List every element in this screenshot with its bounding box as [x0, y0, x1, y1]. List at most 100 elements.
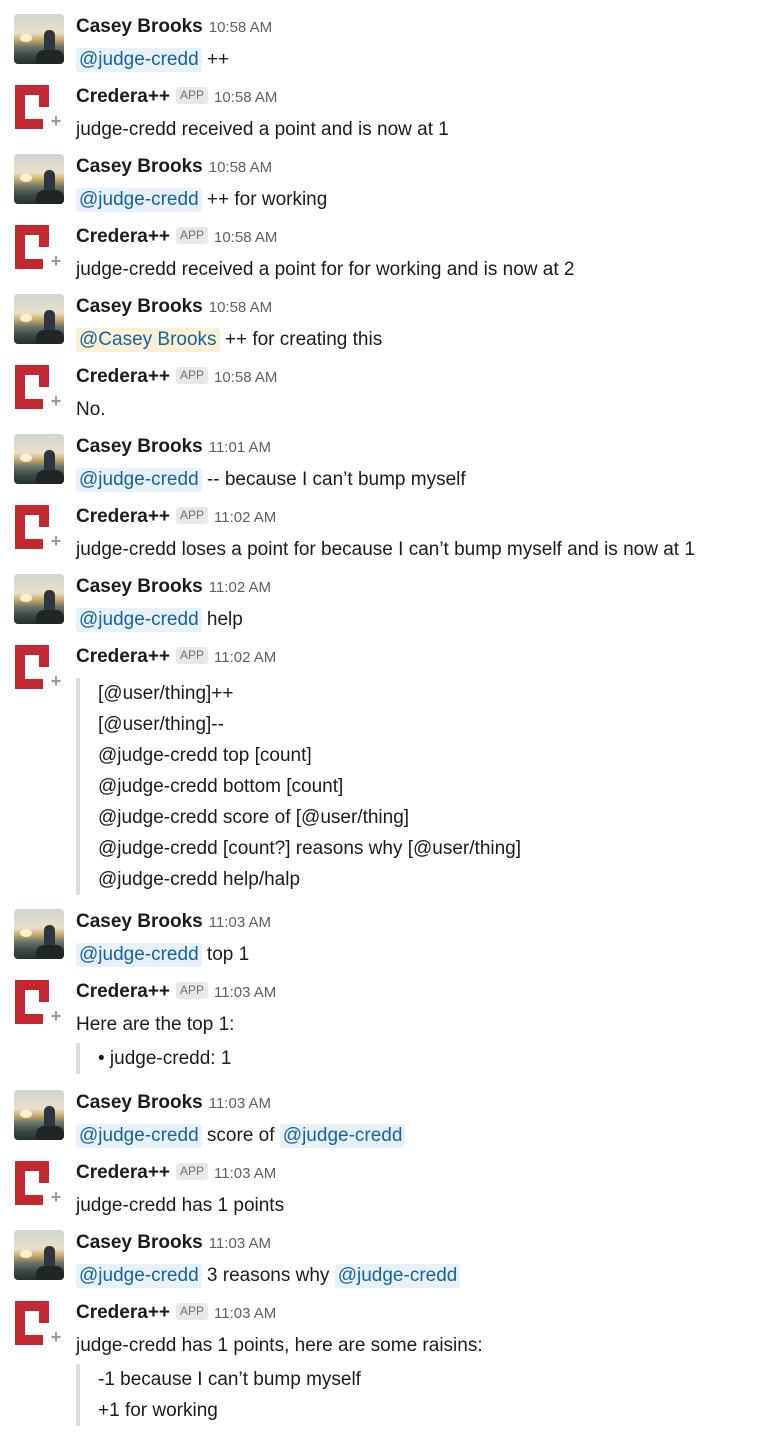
timestamp[interactable]: 10:58 AM: [214, 369, 277, 386]
sender-name[interactable]: Casey Brooks: [76, 436, 203, 457]
credera-logo-avatar[interactable]: +: [14, 224, 64, 274]
timestamp[interactable]: 11:03 AM: [214, 1305, 276, 1322]
message-text: @judge-credd ++ for working: [76, 186, 327, 214]
quote-line: [@user/thing]--: [98, 714, 224, 735]
plus-icon: +: [50, 1187, 62, 1207]
app-badge: APP: [176, 647, 209, 664]
casey-avatar[interactable]: [14, 434, 64, 484]
user-mention[interactable]: @judge-credd: [76, 608, 202, 632]
user-mention[interactable]: @judge-credd: [76, 1124, 202, 1148]
sender-name[interactable]: Casey Brooks: [76, 296, 203, 317]
timestamp[interactable]: 11:02 AM: [214, 649, 276, 666]
message-text: @Casey Brooks ++ for creating this: [76, 326, 382, 354]
credera-logo-avatar[interactable]: +: [14, 644, 64, 694]
quote-line: @judge-credd bottom [count]: [98, 776, 344, 797]
sender-name[interactable]: Casey Brooks: [76, 156, 203, 177]
reasons-quote-block: -1 because I can’t bump myself +1 for wo…: [76, 1364, 361, 1426]
plus-icon: +: [50, 1006, 62, 1026]
credera-logo-avatar[interactable]: +: [14, 979, 64, 1029]
quote-line: -1 because I can’t bump myself: [98, 1369, 361, 1390]
timestamp[interactable]: 10:58 AM: [214, 229, 277, 246]
message-body: judge-credd has 1 points, here are some …: [76, 1335, 483, 1356]
sender-name[interactable]: Credera++: [76, 86, 170, 107]
plus-icon: +: [50, 1327, 62, 1347]
sender-name[interactable]: Credera++: [76, 506, 170, 527]
sender-name[interactable]: Credera++: [76, 1162, 170, 1183]
app-badge: APP: [176, 1163, 209, 1180]
timestamp[interactable]: 10:58 AM: [209, 299, 272, 316]
timestamp[interactable]: 11:03 AM: [209, 1235, 271, 1252]
credera-logo-avatar[interactable]: +: [14, 504, 64, 554]
message-body: help: [206, 609, 243, 630]
quote-line: +1 for working: [98, 1400, 218, 1421]
self-mention[interactable]: @Casey Brooks: [76, 328, 220, 352]
message-text: @judge-credd -- because I can’t bump mys…: [76, 466, 466, 494]
quote-line: @judge-credd help/halp: [98, 869, 301, 890]
timestamp[interactable]: 10:58 AM: [209, 159, 272, 176]
message-body: score of: [206, 1125, 275, 1146]
credera-logo-avatar[interactable]: +: [14, 1160, 64, 1210]
app-badge: APP: [176, 1303, 209, 1320]
message-body: judge-credd received a point and is now …: [76, 119, 449, 140]
user-mention[interactable]: @judge-credd: [76, 188, 202, 212]
quote-line: @judge-credd [count?] reasons why [@user…: [98, 838, 522, 859]
sender-name[interactable]: Casey Brooks: [76, 1232, 203, 1253]
user-mention[interactable]: @judge-credd: [76, 48, 202, 72]
plus-icon: +: [50, 251, 62, 271]
message-body: judge-credd has 1 points: [76, 1195, 285, 1216]
casey-avatar[interactable]: [14, 294, 64, 344]
message-text: @judge-credd score of @judge-credd: [76, 1122, 406, 1150]
user-mention[interactable]: @judge-credd: [76, 943, 202, 967]
credera-logo-avatar[interactable]: +: [14, 364, 64, 414]
quote-line: @judge-credd score of [@user/thing]: [98, 807, 410, 828]
timestamp[interactable]: 11:03 AM: [209, 1095, 271, 1112]
message-body: Here are the top 1:: [76, 1014, 235, 1035]
casey-avatar[interactable]: [14, 14, 64, 64]
timestamp[interactable]: 11:02 AM: [214, 509, 276, 526]
credera-logo-avatar[interactable]: +: [14, 1300, 64, 1350]
credera-logo-avatar[interactable]: +: [14, 84, 64, 134]
user-mention[interactable]: @judge-credd: [76, 1264, 202, 1288]
casey-avatar[interactable]: [14, 574, 64, 624]
message-body: judge-credd received a point for for wor…: [76, 259, 575, 280]
message-body: 3 reasons why: [206, 1265, 330, 1286]
timestamp[interactable]: 10:58 AM: [209, 19, 272, 36]
message-body: ++ for creating this: [224, 329, 383, 350]
message-body: No.: [76, 399, 106, 420]
timestamp[interactable]: 11:03 AM: [214, 1165, 276, 1182]
sender-name[interactable]: Credera++: [76, 226, 170, 247]
timestamp[interactable]: 11:01 AM: [209, 439, 271, 456]
sender-name[interactable]: Casey Brooks: [76, 576, 203, 597]
message-body: ++: [206, 49, 230, 70]
sender-name[interactable]: Credera++: [76, 646, 170, 667]
app-badge: APP: [176, 87, 209, 104]
user-mention[interactable]: @judge-credd: [76, 468, 202, 492]
quote-line: @judge-credd top [count]: [98, 745, 312, 766]
message-body: judge-credd loses a point for because I …: [76, 539, 695, 560]
sender-name[interactable]: Credera++: [76, 981, 170, 1002]
sender-name[interactable]: Casey Brooks: [76, 911, 203, 932]
sender-name[interactable]: Casey Brooks: [76, 1092, 203, 1113]
plus-icon: +: [50, 111, 62, 131]
message-text: @judge-credd 3 reasons why @judge-credd: [76, 1262, 461, 1290]
message-text: @judge-credd top 1: [76, 941, 249, 969]
user-mention[interactable]: @judge-credd: [279, 1124, 406, 1148]
quote-line: • judge-credd: 1: [98, 1048, 232, 1069]
sender-name[interactable]: Credera++: [76, 1302, 170, 1323]
timestamp[interactable]: 10:58 AM: [214, 89, 277, 106]
casey-avatar[interactable]: [14, 1230, 64, 1280]
sender-name[interactable]: Casey Brooks: [76, 16, 203, 37]
casey-avatar[interactable]: [14, 1090, 64, 1140]
message-body: ++ for working: [206, 189, 328, 210]
timestamp[interactable]: 11:03 AM: [214, 984, 276, 1001]
message-text: @judge-credd help: [76, 606, 243, 634]
user-mention[interactable]: @judge-credd: [334, 1264, 461, 1288]
casey-avatar[interactable]: [14, 909, 64, 959]
app-badge: APP: [176, 507, 209, 524]
quote-line: [@user/thing]++: [98, 683, 234, 704]
leaderboard-quote-block: • judge-credd: 1: [76, 1043, 231, 1074]
casey-avatar[interactable]: [14, 154, 64, 204]
timestamp[interactable]: 11:02 AM: [209, 579, 271, 596]
timestamp[interactable]: 11:03 AM: [209, 914, 271, 931]
sender-name[interactable]: Credera++: [76, 366, 170, 387]
